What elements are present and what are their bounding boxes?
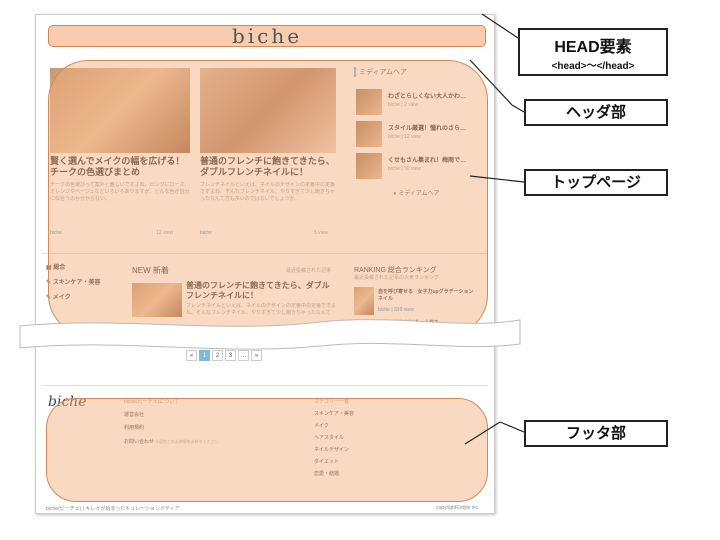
footer-callout-line xyxy=(464,421,501,445)
header-callout-line-end xyxy=(511,104,525,113)
header-callout: ヘッダ部 xyxy=(524,99,668,126)
top-page-callout: トップページ xyxy=(524,169,668,196)
head-callout-subtitle: <head>〜</head> xyxy=(551,61,635,72)
header-callout-line xyxy=(469,59,513,106)
head-callout-title: HEAD要素 xyxy=(554,39,632,56)
footer-callout: フッタ部 xyxy=(524,420,668,447)
callout-lines xyxy=(464,13,525,445)
head-callout-line xyxy=(481,13,519,39)
footer-callout-line-end xyxy=(499,421,525,433)
top-callout-line xyxy=(469,175,525,183)
head-element-callout: HEAD要素 <head>〜</head> xyxy=(518,28,668,76)
